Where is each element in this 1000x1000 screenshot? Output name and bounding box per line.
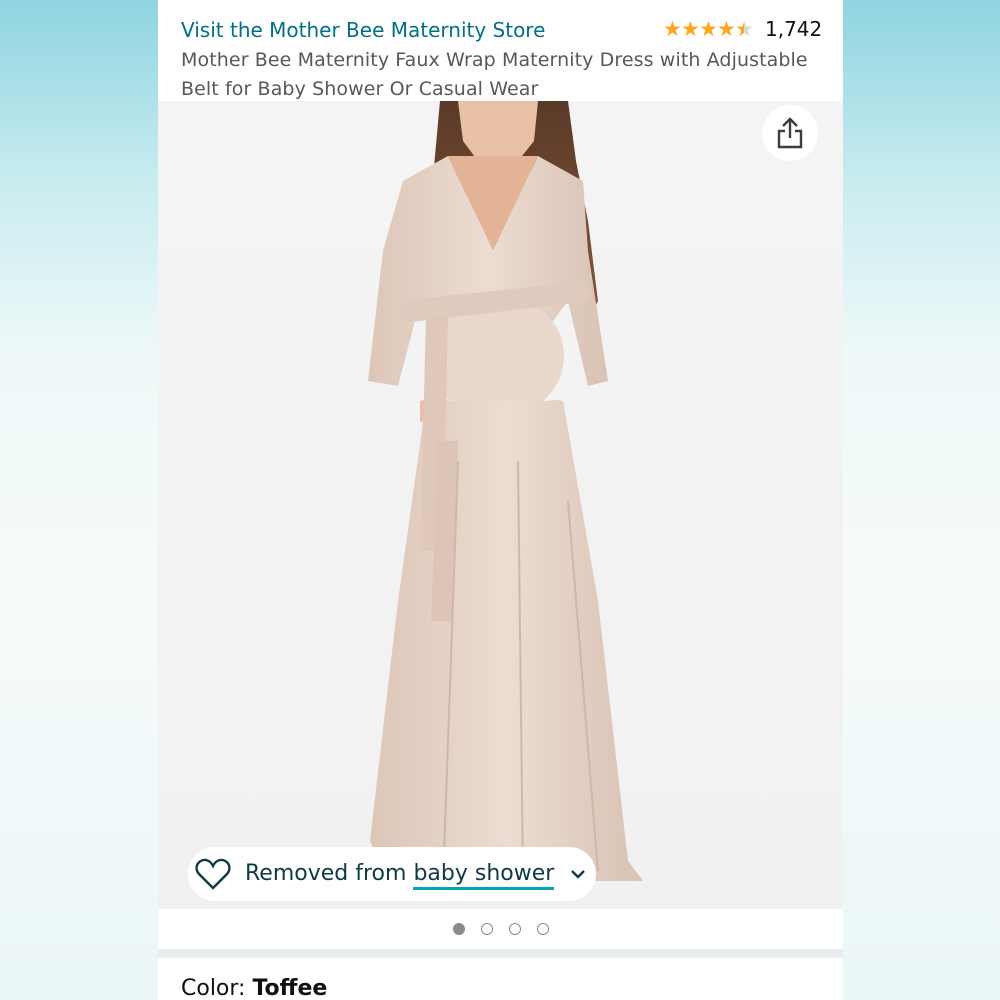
chevron-down-icon[interactable] (570, 864, 590, 884)
color-label: Color: (181, 976, 246, 1000)
carousel-dot[interactable] (508, 923, 521, 935)
share-icon (777, 117, 803, 149)
wishlist-status-text: Removed from baby shower (245, 859, 555, 890)
half-star-icon: ★ (735, 17, 753, 41)
wishlist-name-link[interactable]: baby shower (413, 861, 555, 890)
star-icon: ★ (717, 17, 735, 41)
carousel-dot[interactable] (536, 923, 549, 935)
rating[interactable]: ★ ★ ★ ★ ★ 1,742 (663, 16, 822, 42)
dress-photo (158, 101, 843, 909)
color-selection: Color: Toffee (181, 976, 327, 1000)
color-value: Toffee (252, 976, 328, 1000)
star-icon: ★ (699, 17, 717, 41)
carousel-dot[interactable] (452, 923, 465, 935)
star-rating-icon: ★ ★ ★ ★ ★ (663, 17, 753, 41)
share-button[interactable] (762, 105, 818, 161)
store-link[interactable]: Visit the Mother Bee Maternity Store (181, 17, 545, 43)
section-divider (158, 949, 843, 958)
wishlist-status-pill[interactable]: Removed from baby shower (188, 847, 596, 901)
product-title: Mother Bee Maternity Faux Wrap Maternity… (181, 49, 808, 100)
image-carousel-indicator (158, 909, 843, 949)
star-icon: ★ (681, 17, 699, 41)
rating-count[interactable]: 1,742 (765, 16, 822, 42)
product-image[interactable]: Removed from baby shower (158, 101, 843, 909)
carousel-dot[interactable] (480, 923, 493, 935)
heart-outline-icon[interactable] (195, 856, 231, 892)
star-icon: ★ (663, 17, 681, 41)
wishlist-prefix: Removed from (245, 861, 407, 886)
product-panel: Visit the Mother Bee Maternity Store ★ ★… (158, 0, 843, 1000)
product-header: Visit the Mother Bee Maternity Store ★ ★… (158, 0, 843, 101)
